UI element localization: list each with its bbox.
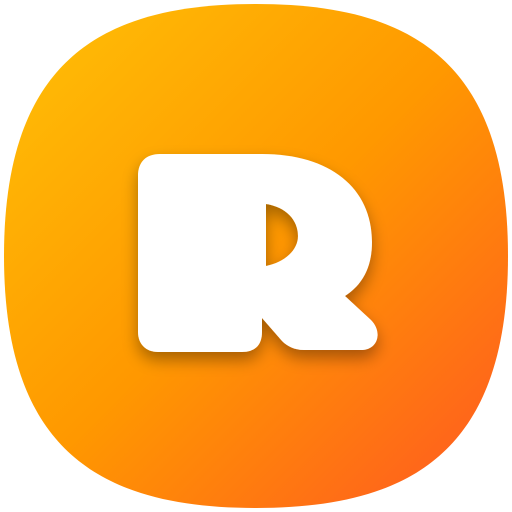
app-icon-canvas: [0, 0, 512, 512]
app-icon: [4, 4, 508, 508]
letter-r-glyph: [138, 154, 378, 352]
